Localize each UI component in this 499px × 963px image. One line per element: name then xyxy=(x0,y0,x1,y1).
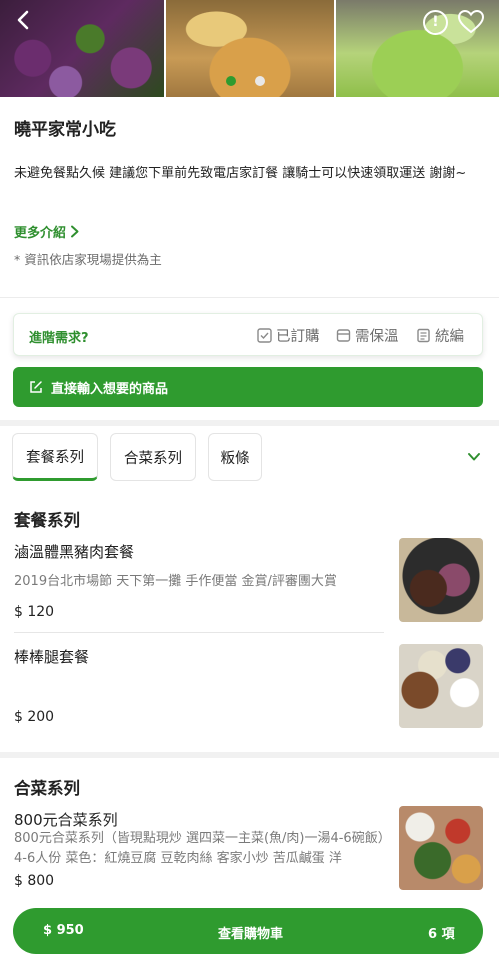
item-divider xyxy=(14,632,384,633)
option-tax-id-label: 統編 xyxy=(435,329,464,345)
item-image xyxy=(399,538,483,622)
carousel-dot-active[interactable] xyxy=(226,76,236,86)
back-arrow-icon[interactable] xyxy=(12,8,36,32)
item-image xyxy=(399,644,483,728)
advanced-requirements-card: 進階需求? 已訂購 需保溫 統編 xyxy=(13,313,483,356)
checkbox-icon xyxy=(257,328,272,343)
item-name: 800元合菜系列 xyxy=(14,811,118,829)
more-info-link[interactable]: 更多介紹 xyxy=(14,222,80,241)
edit-icon xyxy=(30,381,42,393)
info-icon[interactable]: ! xyxy=(423,10,448,35)
direct-input-label: 直接輸入想要的商品 xyxy=(51,381,169,397)
tab-set-meal[interactable]: 套餐系列 xyxy=(12,433,98,481)
item-description: 800元合菜系列（皆現點現炒 選四菜一主菜(魚/肉)一湯4-6碗飯）4-6人份 … xyxy=(14,831,385,866)
store-name: 曉平家常小吃 xyxy=(14,120,116,140)
info-note: * 資訊依店家現場提供為主 xyxy=(14,252,162,267)
more-info-label: 更多介紹 xyxy=(14,226,67,241)
section-divider xyxy=(0,752,499,758)
option-keep-warm[interactable]: 需保溫 xyxy=(336,325,399,346)
item-image xyxy=(399,806,483,890)
section-title: 合菜系列 xyxy=(14,779,80,798)
tab-kway-teow[interactable]: 粄條 xyxy=(208,433,262,481)
cart-total: $ 950 xyxy=(43,923,84,938)
carousel-dot[interactable] xyxy=(255,76,265,86)
advanced-requirements-label: 進階需求? xyxy=(29,331,89,346)
option-ordered[interactable]: 已訂購 xyxy=(257,325,320,346)
option-keep-warm-label: 需保溫 xyxy=(355,329,399,345)
receipt-icon xyxy=(417,328,430,343)
direct-input-button[interactable]: 直接輸入想要的商品 xyxy=(13,367,483,407)
divider xyxy=(0,297,499,298)
item-price: $ 800 xyxy=(14,873,55,889)
option-ordered-label: 已訂購 xyxy=(276,329,320,345)
cart-label: 查看購物車 xyxy=(218,927,284,942)
chevron-down-icon[interactable] xyxy=(466,451,482,463)
section-divider xyxy=(0,420,499,426)
store-description: 未避免餐點久候 建議您下單前先致電店家訂餐 讓騎士可以快速領取運送 謝謝~ xyxy=(14,166,467,181)
food-container-icon xyxy=(336,329,351,342)
item-price: $ 120 xyxy=(14,604,55,620)
option-tax-id[interactable]: 統編 xyxy=(416,325,464,346)
carousel-indicator xyxy=(226,76,265,86)
item-name: 滷溫體黑豬肉套餐 xyxy=(14,543,135,561)
cart-item-count: 6 項 xyxy=(428,927,455,942)
section-title: 套餐系列 xyxy=(14,511,80,530)
view-cart-button[interactable]: $ 950 查看購物車 6 項 xyxy=(13,908,483,954)
item-description: 2019台北市場節 天下第一攤 手作便當 金賞/評審團大賞 xyxy=(14,574,337,589)
favorite-heart-icon[interactable] xyxy=(457,9,485,35)
tab-family-dishes[interactable]: 合菜系列 xyxy=(110,433,196,481)
item-price: $ 200 xyxy=(14,709,55,725)
item-name: 棒棒腿套餐 xyxy=(14,648,90,666)
chevron-right-icon xyxy=(71,225,79,238)
